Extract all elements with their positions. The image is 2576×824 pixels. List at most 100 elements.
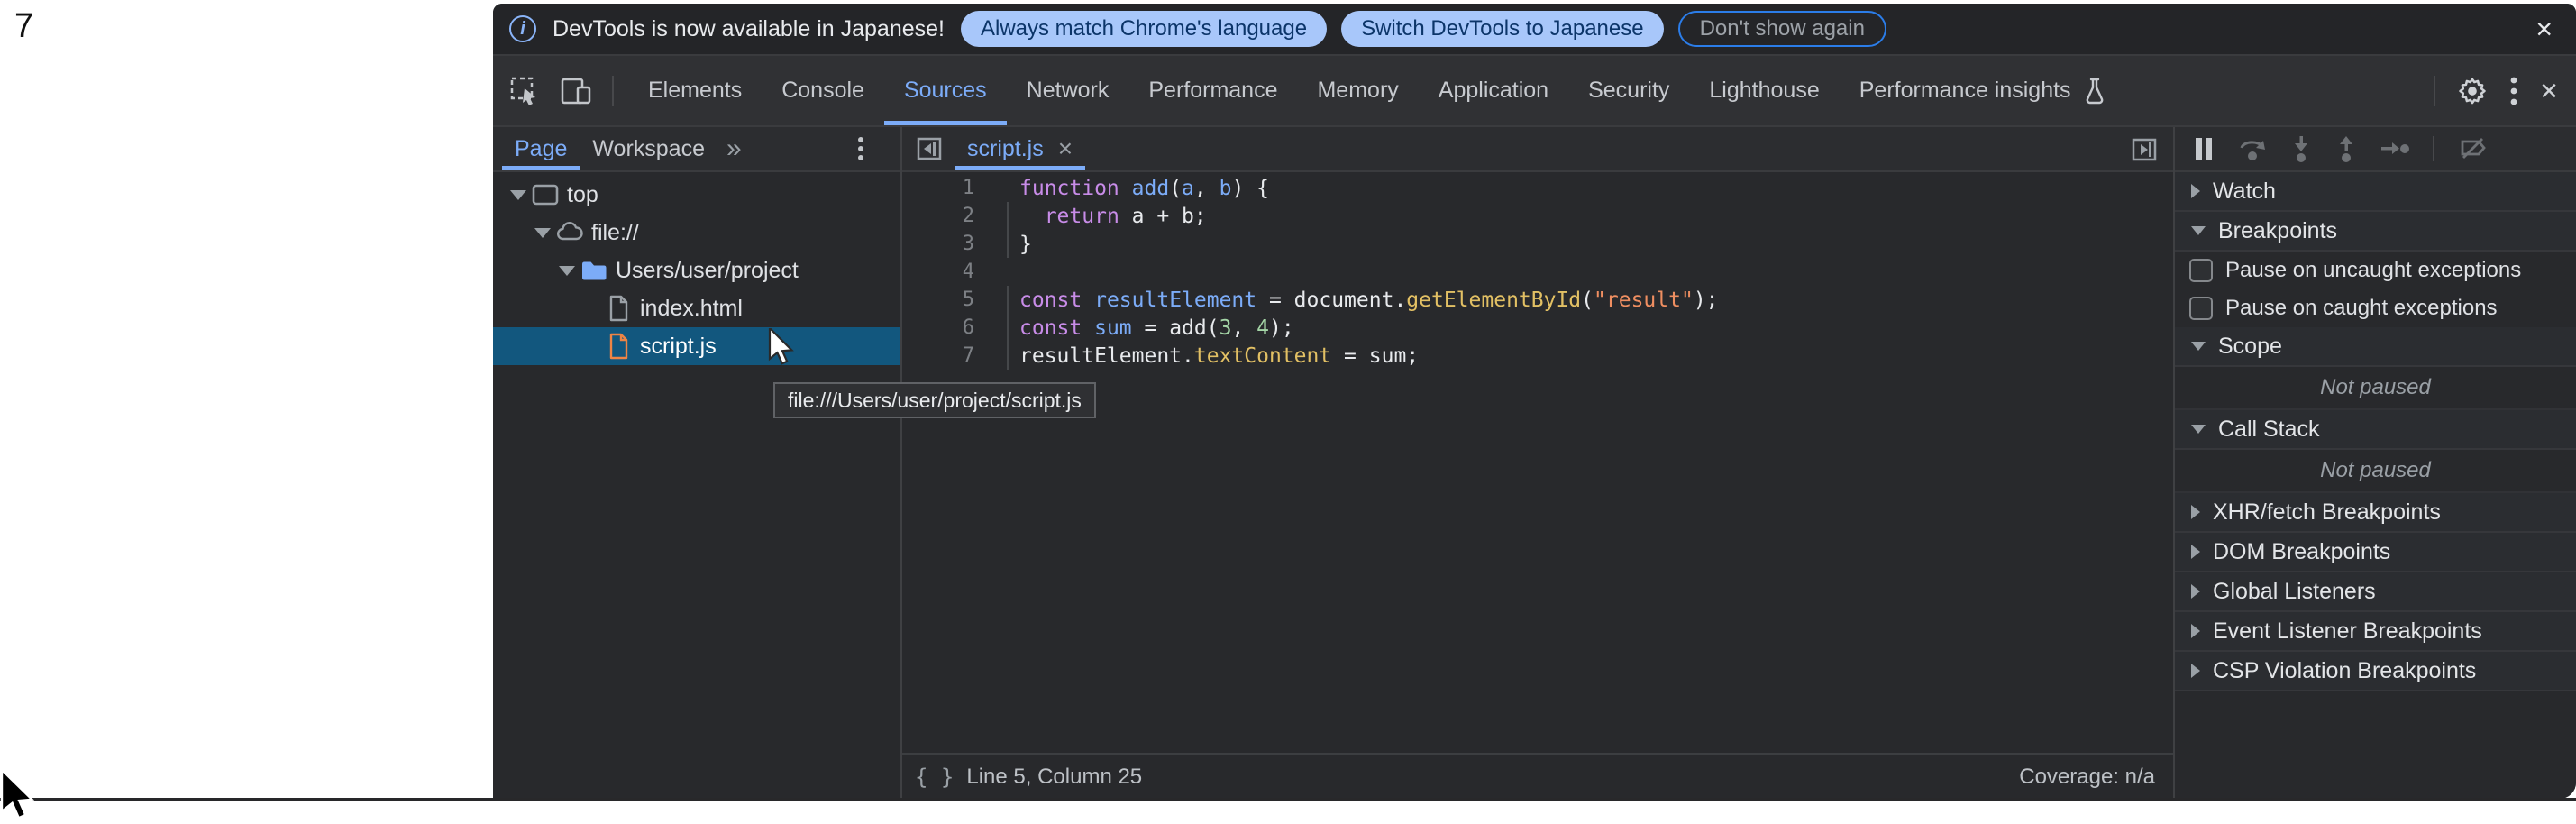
close-tab-icon[interactable]: ×	[1058, 136, 1073, 161]
infobar-close-icon[interactable]: ×	[2535, 14, 2553, 43]
line-number[interactable]: 4	[902, 261, 974, 283]
tree-item-top[interactable]: top	[493, 176, 900, 214]
tree-item-label: top	[567, 182, 598, 208]
infobar-button[interactable]: Switch DevTools to Japanese	[1341, 11, 1664, 47]
step-icon[interactable]	[2380, 138, 2409, 160]
section-placeholder: Not paused	[2175, 367, 2576, 410]
tree-item-label: Users/user/project	[616, 258, 799, 284]
tab-label: Performance	[1148, 78, 1277, 104]
code-text: const resultElement = document.getElemen…	[1019, 288, 1719, 312]
tree-item-script.js[interactable]: script.js	[493, 327, 900, 365]
section-placeholder: Not paused	[2175, 450, 2576, 493]
checkbox-unchecked[interactable]	[2189, 297, 2213, 320]
section-csp-violation-breakpoints[interactable]: CSP Violation Breakpoints	[2175, 652, 2576, 691]
editor-tab-strip: script.js ×	[902, 127, 2173, 172]
tab-page[interactable]: Page	[502, 127, 580, 170]
expand-arrow-icon[interactable]	[507, 190, 529, 200]
toolbar-right-icons: ×	[2434, 56, 2576, 125]
section-call-stack[interactable]: Call Stack	[2175, 410, 2576, 450]
close-devtools-icon[interactable]: ×	[2540, 76, 2558, 106]
section-scope[interactable]: Scope	[2175, 327, 2576, 367]
section-label: XHR/fetch Breakpoints	[2213, 499, 2441, 526]
expand-arrow-icon[interactable]	[556, 266, 578, 276]
step-out-icon[interactable]	[2335, 135, 2357, 162]
tab-label: Lighthouse	[1709, 78, 1819, 104]
line-number[interactable]: 1	[902, 177, 974, 199]
line-number[interactable]: 2	[902, 205, 974, 227]
tab-performance-insights[interactable]: Performance insights	[1840, 56, 2125, 125]
line-number[interactable]: 5	[902, 288, 974, 311]
token-fn: add	[1132, 177, 1170, 200]
cursor-position-label: Line 5, Column 25	[966, 764, 1142, 790]
inspect-icon[interactable]	[509, 76, 540, 106]
expand-arrow-icon	[2191, 545, 2200, 559]
token	[1119, 177, 1132, 200]
checkbox-unchecked[interactable]	[2189, 259, 2213, 282]
code-text: return a + b;	[1019, 205, 1207, 228]
tab-lighthouse[interactable]: Lighthouse	[1689, 56, 1839, 125]
hide-debugger-sidebar-icon[interactable]	[2130, 135, 2159, 164]
tree-item-index.html[interactable]: index.html	[493, 289, 900, 327]
debugger-sections: WatchBreakpointsPause on uncaught except…	[2175, 172, 2576, 799]
tree-item-file-[interactable]: file://	[493, 214, 900, 252]
expand-arrow-icon	[2191, 184, 2200, 198]
line-number[interactable]: 3	[902, 233, 974, 255]
section-xhr-fetch-breakpoints[interactable]: XHR/fetch Breakpoints	[2175, 493, 2576, 533]
section-dom-breakpoints[interactable]: DOM Breakpoints	[2175, 533, 2576, 572]
settings-gear-icon[interactable]	[2457, 76, 2488, 106]
tab-workspace[interactable]: Workspace	[580, 127, 717, 170]
tab-label: Network	[1027, 78, 1110, 104]
file-icon-orange	[604, 333, 633, 360]
section-global-listeners[interactable]: Global Listeners	[2175, 572, 2576, 612]
tab-label: Console	[781, 78, 864, 104]
tab-application[interactable]: Application	[1419, 56, 1568, 125]
code-line: 3}	[902, 230, 2173, 258]
token-kw: const	[1019, 288, 1082, 312]
tab-security[interactable]: Security	[1568, 56, 1689, 125]
token: ,	[1231, 316, 1256, 340]
expand-arrow-icon	[2191, 505, 2200, 519]
expand-arrow-icon[interactable]	[532, 228, 553, 238]
tab-memory[interactable]: Memory	[1297, 56, 1418, 125]
token: a + b;	[1119, 205, 1207, 228]
more-menu-icon[interactable]	[2509, 75, 2518, 107]
debugger-sidebar: WatchBreakpointsPause on uncaught except…	[2175, 127, 2576, 799]
tab-label: Performance insights	[1859, 78, 2071, 104]
infobar-button[interactable]: Always match Chrome's language	[961, 11, 1327, 47]
editor-pane: script.js × 1function add(a, b) {2 retur…	[902, 127, 2175, 799]
token	[1082, 316, 1094, 340]
token-def: sum	[1094, 316, 1132, 340]
checkbox-label: Pause on caught exceptions	[2225, 296, 2498, 321]
more-tabs-icon[interactable]: »	[717, 127, 751, 170]
device-toolbar-icon[interactable]	[560, 76, 592, 106]
line-number[interactable]: 7	[902, 344, 974, 367]
code-editor[interactable]: 1function add(a, b) {2 return a + b;3}45…	[902, 172, 2173, 753]
deactivate-breakpoints-icon[interactable]	[2458, 135, 2489, 162]
pause-icon[interactable]	[2193, 136, 2215, 161]
token: (	[1581, 288, 1594, 312]
pretty-print-icon[interactable]: { }	[915, 764, 954, 790]
tree-item-users-user-project[interactable]: Users/user/project	[493, 252, 900, 289]
line-number[interactable]: 6	[902, 316, 974, 339]
editor-tab-scriptjs[interactable]: script.js ×	[955, 127, 1085, 170]
section-breakpoints[interactable]: Breakpoints	[2175, 212, 2576, 252]
tab-network[interactable]: Network	[1007, 56, 1129, 125]
tab-console[interactable]: Console	[762, 56, 884, 125]
mouse-cursor-icon	[768, 328, 795, 368]
section-label: Scope	[2218, 334, 2282, 360]
tab-sources[interactable]: Sources	[884, 56, 1007, 125]
step-over-icon[interactable]	[2238, 135, 2267, 162]
navigator-more-menu-icon[interactable]	[857, 127, 864, 170]
checkbox-row: Pause on caught exceptions	[2175, 289, 2576, 327]
infobar-button[interactable]: Don't show again	[1678, 11, 1886, 47]
step-into-icon[interactable]	[2290, 135, 2312, 162]
hide-navigator-icon[interactable]	[915, 134, 944, 163]
gutter-border	[1007, 174, 1009, 202]
language-infobar: i DevTools is now available in Japanese!…	[493, 4, 2576, 56]
section-event-listener-breakpoints[interactable]: Event Listener Breakpoints	[2175, 612, 2576, 652]
tab-elements[interactable]: Elements	[628, 56, 762, 125]
section-label: Call Stack	[2218, 417, 2320, 443]
section-watch[interactable]: Watch	[2175, 172, 2576, 212]
file-tree: top file:// Users/user/project index.htmlsc…	[493, 172, 900, 799]
tab-performance[interactable]: Performance	[1128, 56, 1297, 125]
